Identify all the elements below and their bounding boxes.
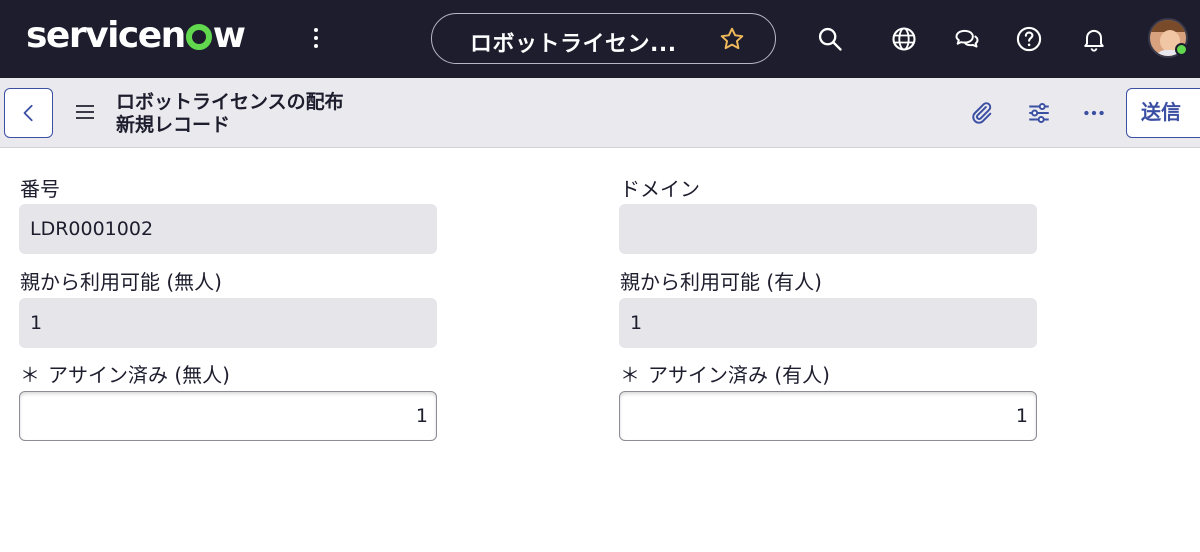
search-icon[interactable] (816, 25, 844, 53)
available-attended-field: 1 (619, 298, 1037, 348)
assigned-attended-input[interactable] (619, 391, 1037, 441)
available-attended-label: 親から利用可能 (有人) (620, 270, 822, 294)
servicenow-logo[interactable]: servicen w (26, 14, 246, 58)
logo-o-ring (185, 24, 212, 50)
form-title-record: 新規レコード (116, 114, 231, 136)
personalize-form-icon[interactable] (1026, 100, 1052, 126)
back-button[interactable] (4, 88, 53, 138)
domain-field (619, 204, 1037, 254)
form-title-table: ロボットライセンスの配布 (116, 91, 344, 113)
more-vertical-icon[interactable] (306, 24, 326, 54)
form-header: ロボットライセンスの配布 新規レコード 送信 (0, 78, 1200, 148)
number-field: LDR0001002 (19, 204, 437, 254)
assigned-unattended-label: ＊アサイン済み (無人) (20, 363, 230, 387)
menu-icon[interactable] (76, 105, 94, 121)
available-unattended-label: 親から利用可能 (無人) (20, 270, 222, 294)
chevron-left-icon (23, 104, 33, 122)
online-status-icon (1175, 43, 1188, 56)
help-icon[interactable] (1015, 25, 1043, 53)
assigned-unattended-input[interactable] (19, 391, 437, 441)
star-icon[interactable] (719, 26, 745, 52)
submit-button[interactable]: 送信 (1126, 88, 1200, 138)
assigned-attended-label: ＊アサイン済み (有人) (620, 363, 830, 387)
top-navigation-bar: servicen w ロボットライセン... (0, 0, 1200, 78)
form-title: ロボットライセンスの配布 新規レコード (116, 91, 344, 137)
bell-icon[interactable] (1080, 25, 1108, 53)
attachment-icon[interactable] (968, 100, 994, 126)
chat-icon[interactable] (953, 25, 981, 53)
globe-icon[interactable] (890, 25, 918, 53)
more-horizontal-icon[interactable] (1081, 100, 1107, 126)
required-marker: ＊ (20, 363, 40, 387)
domain-label: ドメイン (620, 177, 700, 201)
record-context-pill[interactable]: ロボットライセン... (431, 13, 776, 64)
available-unattended-field: 1 (19, 298, 437, 348)
record-pill-title: ロボットライセン... (470, 32, 677, 57)
number-label: 番号 (20, 177, 60, 201)
required-marker: ＊ (620, 363, 640, 387)
